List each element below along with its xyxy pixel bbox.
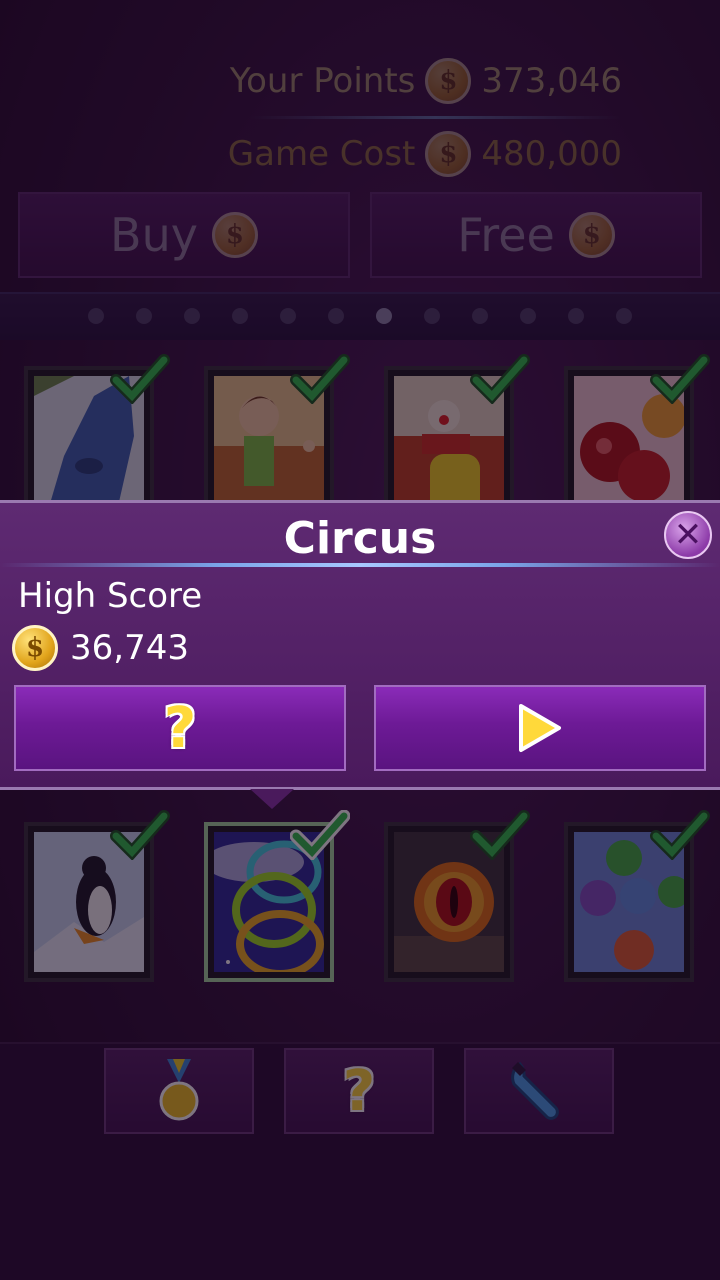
high-score-row: $ 36,743 (12, 625, 189, 671)
wrench-icon (511, 1062, 559, 1120)
page-dot[interactable] (328, 308, 344, 324)
page-dot[interactable] (616, 308, 632, 324)
game-cost-row: Game Cost $ 480,000 (228, 131, 622, 177)
page-dot[interactable] (568, 308, 584, 324)
coin-icon: $ (211, 212, 258, 258)
page-dot[interactable] (280, 308, 296, 324)
settings-button[interactable] (464, 1048, 614, 1134)
question-icon: ? (342, 1058, 376, 1124)
game-cost-label: Game Cost (227, 134, 416, 174)
game-info-popup: Circus ✕ High Score $ 36,743 ? (0, 500, 720, 790)
popup-pointer (250, 789, 294, 809)
your-points-label: Your Points (229, 61, 416, 101)
game-tile-eye[interactable] (384, 810, 530, 982)
coin-icon: $ (568, 212, 615, 258)
page-dot[interactable] (472, 308, 488, 324)
page-dot[interactable] (136, 308, 152, 324)
check-icon (110, 810, 170, 860)
page-dot[interactable] (424, 308, 440, 324)
question-icon: ? (163, 695, 197, 761)
coin-icon: $ (425, 131, 472, 177)
check-icon (650, 810, 710, 860)
game-tile-circus-rings[interactable] (204, 810, 350, 982)
high-score-value: 36,743 (70, 628, 189, 668)
buy-button[interactable]: Buy $ (18, 192, 350, 278)
coin-icon: $ (12, 625, 58, 671)
game-tile-penguin[interactable] (24, 810, 170, 982)
game-cost-value: 480,000 (481, 134, 622, 174)
check-icon (470, 810, 530, 860)
play-button[interactable] (374, 685, 706, 771)
your-points-row: Your Points $ 373,046 (230, 58, 622, 104)
buy-label: Buy (110, 208, 198, 262)
free-button[interactable]: Free $ (370, 192, 702, 278)
popup-title: Circus (283, 513, 437, 564)
coin-icon: $ (425, 58, 472, 104)
your-points-value: 373,046 (481, 61, 622, 101)
close-icon: ✕ (673, 515, 703, 555)
page-dot[interactable] (88, 308, 104, 324)
check-icon (650, 354, 710, 404)
check-icon (110, 354, 170, 404)
help-button[interactable]: ? (284, 1048, 434, 1134)
play-icon (519, 704, 561, 752)
page-dot[interactable] (232, 308, 248, 324)
achievements-button[interactable] (104, 1048, 254, 1134)
game-help-button[interactable]: ? (14, 685, 346, 771)
medal-icon (159, 1059, 199, 1121)
close-button[interactable]: ✕ (664, 511, 712, 559)
page-dot[interactable] (184, 308, 200, 324)
check-icon (290, 810, 350, 860)
check-icon (470, 354, 530, 404)
header-divider (250, 116, 620, 119)
page-dot[interactable] (376, 308, 392, 324)
page-dot[interactable] (520, 308, 536, 324)
high-score-label: High Score (18, 576, 203, 616)
popup-divider (0, 563, 720, 567)
page-indicator (0, 292, 720, 340)
free-label: Free (457, 208, 555, 262)
game-tile-bubbles[interactable] (564, 810, 710, 982)
check-icon (290, 354, 350, 404)
